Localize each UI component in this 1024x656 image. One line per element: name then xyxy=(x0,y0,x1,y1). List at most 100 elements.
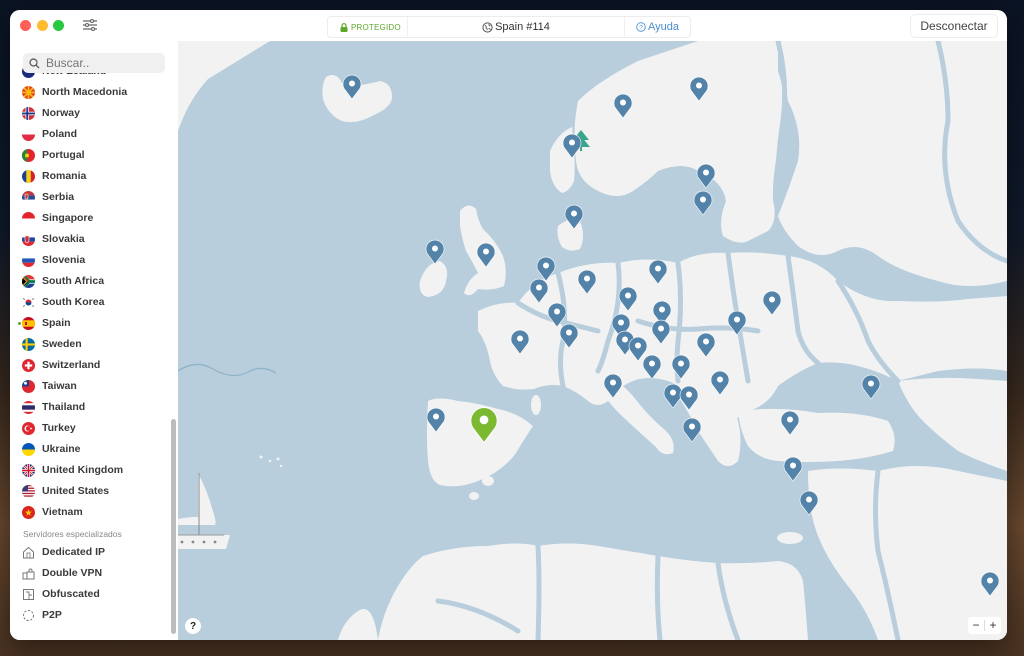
server-pin[interactable] xyxy=(642,354,662,380)
server-pin[interactable] xyxy=(529,278,549,304)
specialty-label: Obfuscated xyxy=(42,588,100,600)
server-pin[interactable] xyxy=(689,76,709,102)
country-label: Slovakia xyxy=(42,233,85,245)
country-item-thailand[interactable]: Thailand xyxy=(22,397,167,417)
country-label: South Africa xyxy=(42,275,105,287)
server-pin[interactable] xyxy=(651,319,671,345)
zoom-out-button[interactable]: − xyxy=(968,617,984,634)
country-label: Romania xyxy=(42,170,87,182)
server-map[interactable]: ? − + xyxy=(178,41,1007,640)
country-item-sweden[interactable]: Sweden xyxy=(22,334,167,354)
connected-server: Spain #114 xyxy=(408,21,624,33)
country-item-slovakia[interactable]: Slovakia xyxy=(22,229,167,249)
server-pin[interactable] xyxy=(342,74,362,100)
specialty-item-double-vpn[interactable]: Double VPN xyxy=(22,563,167,583)
server-pin[interactable] xyxy=(648,259,668,285)
land-turkey xyxy=(738,408,895,462)
country-item-serbia[interactable]: Serbia xyxy=(22,187,167,207)
server-pin[interactable] xyxy=(618,286,638,312)
vn-flag-icon xyxy=(22,505,35,519)
country-label: South Korea xyxy=(42,296,105,308)
protection-status: PROTEGIDO xyxy=(328,17,408,37)
land-sahara-west xyxy=(338,608,378,640)
map-help-button[interactable]: ? xyxy=(185,618,201,634)
country-label: Portugal xyxy=(42,149,85,161)
server-pin[interactable] xyxy=(682,417,702,443)
country-label: Turkey xyxy=(42,422,76,434)
server-pin[interactable] xyxy=(783,456,803,482)
server-pin[interactable] xyxy=(861,374,881,400)
minimize-window-button[interactable] xyxy=(37,20,48,31)
server-pin[interactable] xyxy=(562,133,582,159)
ua-flag-icon xyxy=(22,442,35,456)
server-pin[interactable] xyxy=(710,370,730,396)
country-item-slovenia[interactable]: Slovenia xyxy=(22,250,167,270)
zoom-in-button[interactable]: + xyxy=(985,617,1001,634)
country-label: Norway xyxy=(42,107,80,119)
country-label: Ukraine xyxy=(42,443,81,455)
help-link[interactable]: ? Ayuda xyxy=(624,17,690,37)
server-pin[interactable] xyxy=(564,204,584,230)
country-item-portugal[interactable]: Portugal xyxy=(22,145,167,165)
server-pin[interactable] xyxy=(426,407,446,433)
search-input[interactable] xyxy=(44,55,158,71)
specialty-item-dedicated-ip[interactable]: Dedicated IP xyxy=(22,542,167,562)
specialty-item-p2p[interactable]: P2P xyxy=(22,605,167,625)
server-pin[interactable] xyxy=(671,354,691,380)
country-item-united-states[interactable]: United States xyxy=(22,481,167,501)
country-item-united-kingdom[interactable]: United Kingdom xyxy=(22,460,167,480)
country-item-north-macedonia[interactable]: North Macedonia xyxy=(22,82,167,102)
sidebar-scrollbar-thumb[interactable] xyxy=(171,419,176,634)
country-item-turkey[interactable]: Turkey xyxy=(22,418,167,438)
settings-sliders-icon[interactable] xyxy=(82,18,98,32)
disconnect-button[interactable]: Desconectar xyxy=(910,14,998,38)
server-pin[interactable] xyxy=(510,329,530,355)
server-pin[interactable] xyxy=(980,571,1000,597)
protection-label: PROTEGIDO xyxy=(351,22,401,32)
server-pin[interactable] xyxy=(603,373,623,399)
server-pin[interactable] xyxy=(425,239,445,265)
server-pin[interactable] xyxy=(696,332,716,358)
p2p-icon xyxy=(22,609,35,622)
server-pin[interactable] xyxy=(559,323,579,349)
server-pin[interactable] xyxy=(727,310,747,336)
country-label: Sweden xyxy=(42,338,82,350)
country-item-singapore[interactable]: Singapore xyxy=(22,208,167,228)
server-pin[interactable] xyxy=(613,93,633,119)
search-box[interactable] xyxy=(23,53,165,73)
country-item-taiwan[interactable]: Taiwan xyxy=(22,376,167,396)
specialty-section-label: Servidores especializados xyxy=(23,529,122,539)
country-item-romania[interactable]: Romania xyxy=(22,166,167,186)
active-server-pin[interactable] xyxy=(469,406,499,444)
server-pin[interactable] xyxy=(476,242,496,268)
house-icon xyxy=(22,546,35,559)
country-item-norway[interactable]: Norway xyxy=(22,103,167,123)
country-label: Spain xyxy=(42,317,71,329)
land-east xyxy=(898,377,1007,471)
server-pin[interactable] xyxy=(696,163,716,189)
es-flag-icon xyxy=(22,316,35,330)
country-label: Serbia xyxy=(42,191,75,203)
country-item-spain[interactable]: Spain xyxy=(18,313,167,333)
close-window-button[interactable] xyxy=(20,20,31,31)
pl-flag-icon xyxy=(22,127,35,141)
server-pin[interactable] xyxy=(762,290,782,316)
server-pin[interactable] xyxy=(577,269,597,295)
server-pin[interactable] xyxy=(693,190,713,216)
country-item-switzerland[interactable]: Switzerland xyxy=(22,355,167,375)
land-ireland xyxy=(419,261,448,297)
server-pin[interactable] xyxy=(799,490,819,516)
th-flag-icon xyxy=(22,400,35,414)
country-item-south-korea[interactable]: South Korea xyxy=(22,292,167,312)
country-item-vietnam[interactable]: Vietnam xyxy=(22,502,167,522)
tr-flag-icon xyxy=(22,421,35,435)
country-item-south-africa[interactable]: South Africa xyxy=(22,271,167,291)
sk-flag-icon xyxy=(22,232,35,246)
country-item-poland[interactable]: Poland xyxy=(22,124,167,144)
server-pin[interactable] xyxy=(780,410,800,436)
connection-status-bar: PROTEGIDO Spain #114 ? Ayuda xyxy=(327,16,691,38)
country-item-ukraine[interactable]: Ukraine xyxy=(22,439,167,459)
maximize-window-button[interactable] xyxy=(53,20,64,31)
specialty-item-obfuscated[interactable]: Obfuscated xyxy=(22,584,167,604)
server-pin[interactable] xyxy=(679,385,699,411)
